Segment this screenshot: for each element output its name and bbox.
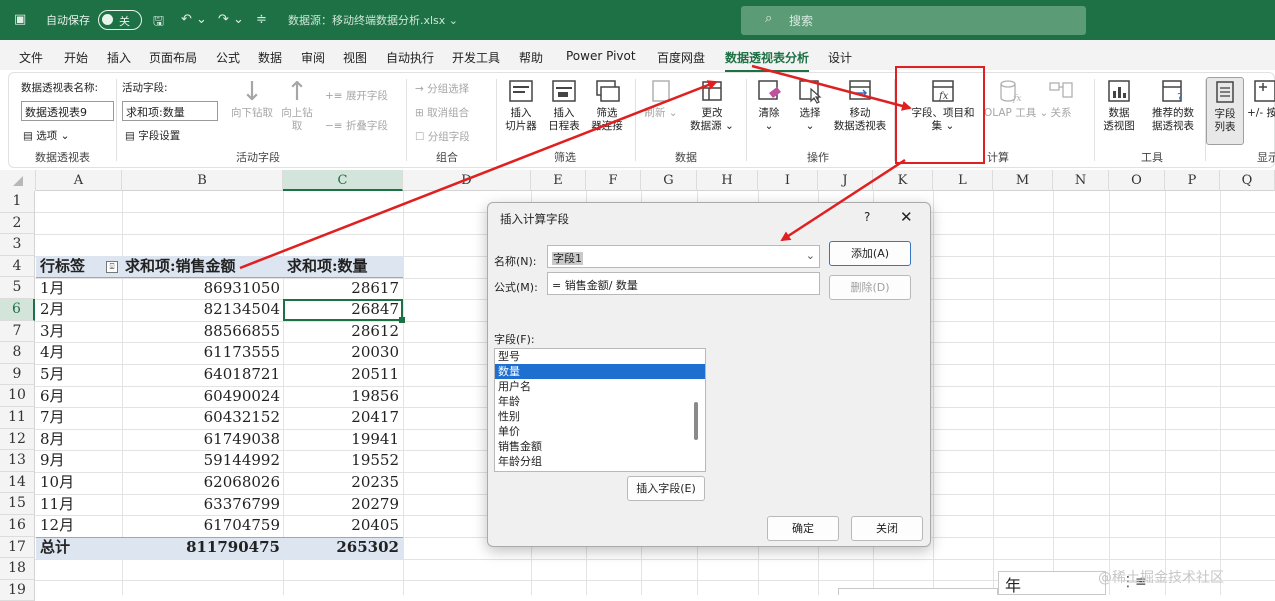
annotation-arrow bbox=[751, 64, 912, 111]
watermark: @稀土掘金技术社区 bbox=[1098, 570, 1224, 586]
annotation-arrows bbox=[239, 64, 912, 270]
annotation-arrow bbox=[239, 80, 718, 270]
annotation-arrow bbox=[780, 158, 906, 242]
